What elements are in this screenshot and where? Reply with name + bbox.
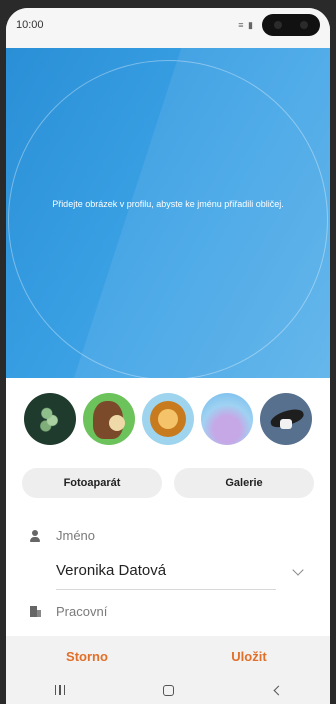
system-nav-bar xyxy=(6,676,330,704)
name-field[interactable]: Veronika Datová xyxy=(56,562,276,590)
name-field-header: Jméno xyxy=(6,528,330,543)
home-icon xyxy=(162,684,174,696)
contact-photo-screen: 10:00 ≡ ▮ Přidejte obrázek v profilu, ab… xyxy=(6,8,330,704)
status-time: 10:00 xyxy=(16,19,44,31)
back-button[interactable] xyxy=(256,680,296,700)
chevron-down-icon[interactable] xyxy=(292,564,304,576)
status-right: ≡ ▮ xyxy=(238,14,320,36)
front-camera-cutout xyxy=(262,14,320,36)
back-icon xyxy=(273,685,283,695)
status-bar: 10:00 ≡ ▮ xyxy=(6,8,330,48)
person-icon xyxy=(28,529,42,543)
lion-avatar-icon[interactable] xyxy=(141,393,194,445)
building-icon xyxy=(28,605,42,619)
work-label: Pracovní xyxy=(56,604,108,619)
work-field-header[interactable]: Pracovní xyxy=(6,604,330,619)
photo-frame-circle xyxy=(8,60,328,378)
add-photo-hint: Přidejte obrázek v profilu, abyste ke jm… xyxy=(52,199,284,209)
bird-avatar-icon[interactable] xyxy=(260,393,313,445)
home-button[interactable] xyxy=(148,680,188,700)
camera-button[interactable]: Fotoaparát xyxy=(22,468,162,498)
photo-source-buttons: Fotoaparát Galerie xyxy=(6,468,330,500)
save-button[interactable]: Uložit xyxy=(168,636,330,676)
name-label: Jméno xyxy=(56,528,96,543)
plant-avatar-icon[interactable] xyxy=(23,393,76,445)
cancel-button[interactable]: Storno xyxy=(6,636,168,676)
profile-photo-preview[interactable]: Přidejte obrázek v profilu, abyste ke jm… xyxy=(6,48,330,378)
recents-icon xyxy=(54,685,66,695)
signal-battery-icon: ≡ ▮ xyxy=(238,19,254,30)
recents-button[interactable] xyxy=(40,680,80,700)
gradient-avatar-icon[interactable] xyxy=(201,393,254,445)
gallery-button[interactable]: Galerie xyxy=(174,468,314,498)
horse-avatar-icon[interactable] xyxy=(82,393,135,445)
action-bar: Storno Uložit xyxy=(6,636,330,676)
avatar-picker xyxy=(6,393,330,449)
